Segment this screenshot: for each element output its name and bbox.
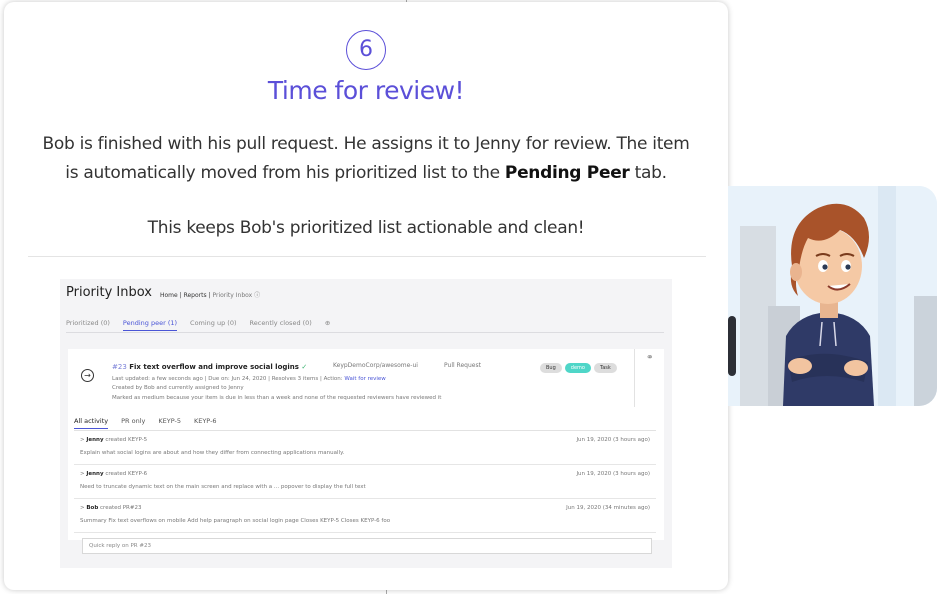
bob-illustration xyxy=(728,186,937,406)
entry-author-name[interactable]: Jenny xyxy=(86,437,103,443)
tab-keyp-6[interactable]: KEYP-6 xyxy=(194,417,217,429)
activity-entry: > Jenny created KEYP-5 Jun 19, 2020 (3 h… xyxy=(74,431,656,465)
link-icon[interactable]: ⚭ xyxy=(646,353,654,363)
item-due: Due on: Jun 24, 2020 xyxy=(208,376,267,382)
badge-bug[interactable]: Bug xyxy=(540,363,562,373)
help-circle-icon[interactable]: ⓘ xyxy=(254,292,260,299)
item-reason: Marked as medium because your item is du… xyxy=(112,395,442,401)
activity-tabs: All activity PR only KEYP-5 KEYP-6 xyxy=(74,417,217,429)
item-title-text: Fix text overflow and improve social log… xyxy=(129,363,299,371)
item-action-label: Action: xyxy=(323,376,343,382)
tab-keyp-5[interactable]: KEYP-5 xyxy=(158,417,181,429)
tab-all-activity[interactable]: All activity xyxy=(74,417,109,429)
item-badges: Bug demo Task xyxy=(540,363,617,373)
badge-task[interactable]: Task xyxy=(593,363,617,373)
entry-body: Summary Fix text overflows on mobile Add… xyxy=(80,518,391,524)
tab-pending-peer[interactable]: Pending peer (1) xyxy=(122,319,178,331)
divider xyxy=(28,256,706,257)
tabs-divider xyxy=(66,332,664,333)
crumb-home[interactable]: Home xyxy=(160,292,178,299)
bob-character-illustration xyxy=(728,186,937,406)
item-repo[interactable]: KeypDemoCorp/awesome-ui xyxy=(333,362,418,369)
inbox-title: Priority Inbox xyxy=(66,285,152,300)
crumb-reports[interactable]: Reports xyxy=(184,292,207,299)
entry-author: > Jenny created KEYP-5 xyxy=(80,437,148,443)
arrow-right-icon[interactable]: → xyxy=(81,369,94,382)
desc-text-2: tab. xyxy=(629,163,667,183)
inbox-tabs: Prioritized (0) Pending peer (1) Coming … xyxy=(66,319,330,331)
step-number: 6 xyxy=(346,30,386,70)
entry-author-name[interactable]: Bob xyxy=(86,505,98,511)
tab-pr-only[interactable]: PR only xyxy=(121,417,145,429)
tab-prioritized[interactable]: Prioritized (0) xyxy=(66,319,110,331)
panel-divider xyxy=(634,349,635,407)
item-created: Created by Bob and currently assigned to… xyxy=(112,385,244,391)
item-updated: Last updated: a few seconds ago xyxy=(112,376,203,382)
tab-coming-up[interactable]: Coming up (0) xyxy=(190,319,236,331)
tutorial-stage: 6 Time for review! Bob is finished with … xyxy=(0,0,940,594)
item-action-link[interactable]: Wait for review xyxy=(344,376,385,382)
entry-author: > Jenny created KEYP-6 xyxy=(80,471,148,477)
activity-entry: > Jenny created KEYP-6 Jun 19, 2020 (3 h… xyxy=(74,465,656,499)
entry-time: Jun 19, 2020 (3 hours ago) xyxy=(576,471,650,477)
crumb-sep: | xyxy=(179,292,182,299)
crumb-sep: | xyxy=(208,292,211,299)
item-title[interactable]: #23 Fix text overflow and improve social… xyxy=(112,363,307,371)
item-number: #23 xyxy=(112,363,127,371)
step-card: 6 Time for review! Bob is finished with … xyxy=(4,2,728,590)
quick-reply-input[interactable]: Quick reply on PR #23 xyxy=(82,538,652,554)
entry-author-name[interactable]: Jenny xyxy=(86,471,103,477)
breadcrumb: Home | Reports | Priority Inbox ⓘ xyxy=(160,290,260,299)
inbox-item-panel: → #23 Fix text overflow and improve soci… xyxy=(68,349,664,554)
crumb-priority-inbox: Priority Inbox xyxy=(212,292,253,299)
entry-time: Jun 19, 2020 (34 minutes ago) xyxy=(566,505,650,511)
entry-verb: created PR#23 xyxy=(100,505,142,511)
entry-body: Explain what social logins are about and… xyxy=(80,450,345,456)
item-meta: Last updated: a few seconds ago | Due on… xyxy=(112,376,386,382)
item-kind: Pull Request xyxy=(444,362,481,369)
entry-author: > Bob created PR#23 xyxy=(80,505,142,511)
plus-circle-icon[interactable]: ⊕ xyxy=(325,319,330,331)
check-circle-icon: ✓ xyxy=(301,363,308,371)
desc-bold-tab: Pending Peer xyxy=(504,163,630,183)
step-note: This keeps Bob's prioritized list action… xyxy=(147,218,585,238)
entry-verb: created KEYP-5 xyxy=(105,437,148,443)
tab-recently-closed[interactable]: Recently closed (0) xyxy=(250,319,312,331)
entry-body: Need to truncate dynamic text on the mai… xyxy=(80,484,366,490)
priority-inbox-screenshot: Priority Inbox Home | Reports | Priority… xyxy=(60,279,672,568)
step-description: Bob is finished with his pull request. H… xyxy=(34,130,698,188)
entry-verb: created KEYP-6 xyxy=(105,471,148,477)
step-title: Time for review! xyxy=(267,76,465,105)
item-resolves: Resolves 3 items xyxy=(271,376,319,382)
activity-entry: > Bob created PR#23 Jun 19, 2020 (34 min… xyxy=(74,499,656,533)
badge-demo[interactable]: demo xyxy=(564,363,591,373)
entry-time: Jun 19, 2020 (3 hours ago) xyxy=(576,437,650,443)
